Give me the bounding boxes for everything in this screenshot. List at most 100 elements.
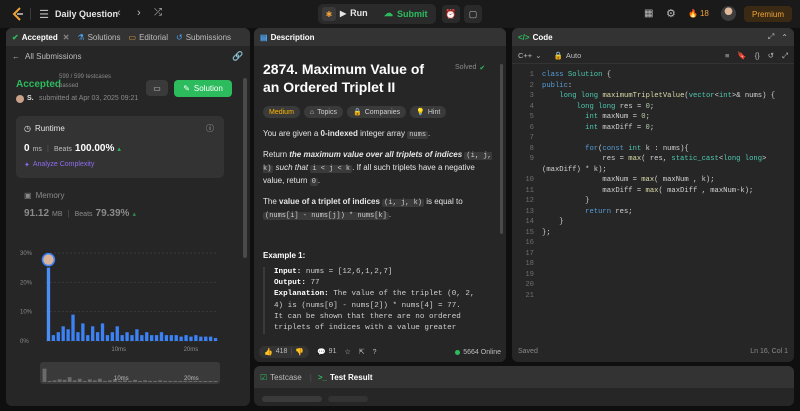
code-line[interactable]: 8 for(const int k : nums){	[512, 144, 794, 155]
histogram-bar[interactable]	[130, 335, 134, 341]
histogram-bar[interactable]	[204, 336, 208, 341]
notes-icon[interactable]: ▢	[464, 5, 482, 23]
solution-button[interactable]: ✎ Solution	[174, 80, 232, 97]
timer-icon[interactable]: ⏰	[442, 5, 460, 23]
analyze-complexity-link[interactable]: ✦ Analyze Complexity	[24, 161, 94, 169]
code-line[interactable]: 16	[512, 238, 794, 249]
code-line[interactable]: 15};	[512, 228, 794, 239]
prev-problem-icon[interactable]: ‹	[117, 7, 121, 19]
shuffle-icon[interactable]: ⤮	[154, 7, 162, 18]
code-line[interactable]: 21	[512, 291, 794, 302]
desc-scrollbar[interactable]	[500, 64, 503, 234]
code-line[interactable]: 18	[512, 259, 794, 270]
histogram-bar[interactable]	[135, 329, 139, 341]
companies-pill[interactable]: 🔒 Companies	[346, 106, 407, 118]
tab-accepted[interactable]: ✔ Accepted ✕	[12, 33, 69, 42]
code-line[interactable]: 4 long long res = 0;	[512, 102, 794, 113]
info-icon[interactable]: ⓘ	[206, 123, 214, 134]
code-line[interactable]: 13 return res;	[512, 207, 794, 218]
histogram-bar[interactable]	[189, 336, 193, 341]
code-line[interactable]: 2 public:	[512, 81, 794, 92]
fullscreen-icon[interactable]: ⤢	[782, 51, 788, 61]
leetcode-logo-icon[interactable]	[10, 6, 26, 22]
runtime-card[interactable]: ◷ Runtime ⓘ 0 ms | Beats 100.00% ▴ ✦ Analy…	[16, 116, 224, 178]
histogram-bar[interactable]	[61, 326, 65, 341]
histogram-bar[interactable]	[100, 323, 105, 341]
autosave-mode[interactable]: 🔒 Auto	[553, 51, 581, 60]
hint-pill[interactable]: 💡 Hint	[410, 106, 447, 118]
histogram-bar[interactable]	[199, 336, 203, 341]
histogram-bar[interactable]	[46, 267, 51, 341]
star-icon[interactable]: ☆	[344, 348, 350, 356]
histogram-bar[interactable]	[105, 335, 110, 341]
share-link-icon[interactable]: 🔗	[232, 51, 243, 62]
topics-pill[interactable]: ⌂ Topics	[303, 106, 343, 118]
language-select[interactable]: C++ ⌄	[518, 51, 541, 60]
histogram-bar[interactable]	[169, 335, 173, 341]
histogram-bar[interactable]	[91, 326, 95, 341]
problem-list-title[interactable]: Daily Question	[55, 9, 118, 19]
histogram-bar[interactable]	[51, 335, 56, 341]
histogram-bar[interactable]	[110, 332, 114, 341]
memory-section[interactable]: ▣ Memory 91.12 MB | Beats 79.39% ▴	[16, 183, 224, 223]
code-line[interactable]: (maxDiff) * k);	[512, 165, 794, 176]
settings-gear-icon[interactable]: ⚙	[666, 7, 676, 20]
histogram-bar[interactable]	[174, 335, 178, 341]
submit-button[interactable]: ☁ Submit	[384, 8, 428, 19]
code-line[interactable]: 9 res = max( res, static_cast<long long>	[512, 154, 794, 165]
histogram-bar[interactable]	[150, 335, 154, 341]
histogram-bar[interactable]	[140, 335, 144, 341]
premium-button[interactable]: Premium	[744, 6, 792, 22]
scrollbar[interactable]	[243, 78, 247, 258]
editorial-button[interactable]: ▭	[146, 80, 168, 96]
reset-icon[interactable]: ↺	[768, 51, 774, 60]
code-line[interactable]: 3 long long maximumTripletValue(vector<i…	[512, 91, 794, 102]
tab-code[interactable]: </> Code	[518, 33, 553, 42]
collapse-icon[interactable]: ⌃	[781, 33, 788, 42]
thumbs-down-icon[interactable]: 👎	[295, 348, 304, 356]
histogram-bar[interactable]	[145, 332, 149, 341]
code-line[interactable]: 14 }	[512, 217, 794, 228]
user-name[interactable]: S.	[27, 95, 34, 102]
tab-description[interactable]: ▤ Description	[260, 33, 315, 42]
like-button[interactable]: 👍 418 | 👎	[259, 346, 309, 358]
close-tab-icon[interactable]: ✕	[63, 33, 70, 42]
histogram-bar[interactable]	[66, 329, 70, 341]
histogram-bar[interactable]	[154, 335, 159, 341]
histogram-bar[interactable]	[120, 335, 124, 341]
code-line[interactable]: 17	[512, 249, 794, 260]
tab-test-result[interactable]: >_ Test Result	[318, 373, 373, 382]
histogram-bar[interactable]	[76, 332, 80, 341]
expand-icon[interactable]: ⤢	[768, 32, 774, 42]
problem-list-icon[interactable]: ☰	[38, 7, 50, 21]
bookmark-icon[interactable]: 🔖	[737, 51, 746, 60]
histogram-bar[interactable]	[71, 314, 75, 341]
histogram-bar[interactable]	[115, 326, 119, 341]
histogram-bar[interactable]	[213, 338, 218, 341]
histogram-bar[interactable]	[125, 332, 129, 341]
code-line[interactable]: 5 int maxNum = 0;	[512, 112, 794, 123]
format-icon[interactable]: ≡	[725, 51, 729, 60]
tab-solutions[interactable]: ⚗ Solutions	[77, 33, 120, 42]
mini-range-chart[interactable]: 10ms 20ms	[40, 362, 220, 384]
tab-submissions[interactable]: ↺ Submissions	[176, 33, 231, 42]
code-line[interactable]: 1 class Solution {	[512, 70, 794, 81]
histogram-bar[interactable]	[95, 332, 100, 341]
code-line[interactable]: 11 maxDiff = max( maxDiff , maxNum-k);	[512, 186, 794, 197]
help-icon[interactable]: ?	[373, 349, 377, 356]
code-line[interactable]: 20	[512, 280, 794, 291]
next-problem-icon[interactable]: ›	[137, 7, 141, 19]
histogram-bar[interactable]	[86, 335, 90, 341]
histogram-bar[interactable]	[159, 332, 164, 341]
run-button[interactable]: ▶ Run	[340, 8, 368, 18]
all-submissions-link[interactable]: ← All Submissions	[12, 52, 81, 61]
avatar[interactable]	[721, 6, 736, 21]
histogram-bar[interactable]	[208, 336, 213, 341]
code-line[interactable]: 12 }	[512, 196, 794, 207]
histogram-bar[interactable]	[81, 323, 85, 341]
histogram-bar[interactable]	[194, 335, 198, 341]
difficulty-badge[interactable]: Medium	[263, 106, 300, 118]
code-editor[interactable]: 1 class Solution {2 public: 3 long long max…	[512, 70, 794, 340]
histogram-bar[interactable]	[184, 335, 188, 341]
braces-icon[interactable]: {}	[755, 51, 760, 60]
